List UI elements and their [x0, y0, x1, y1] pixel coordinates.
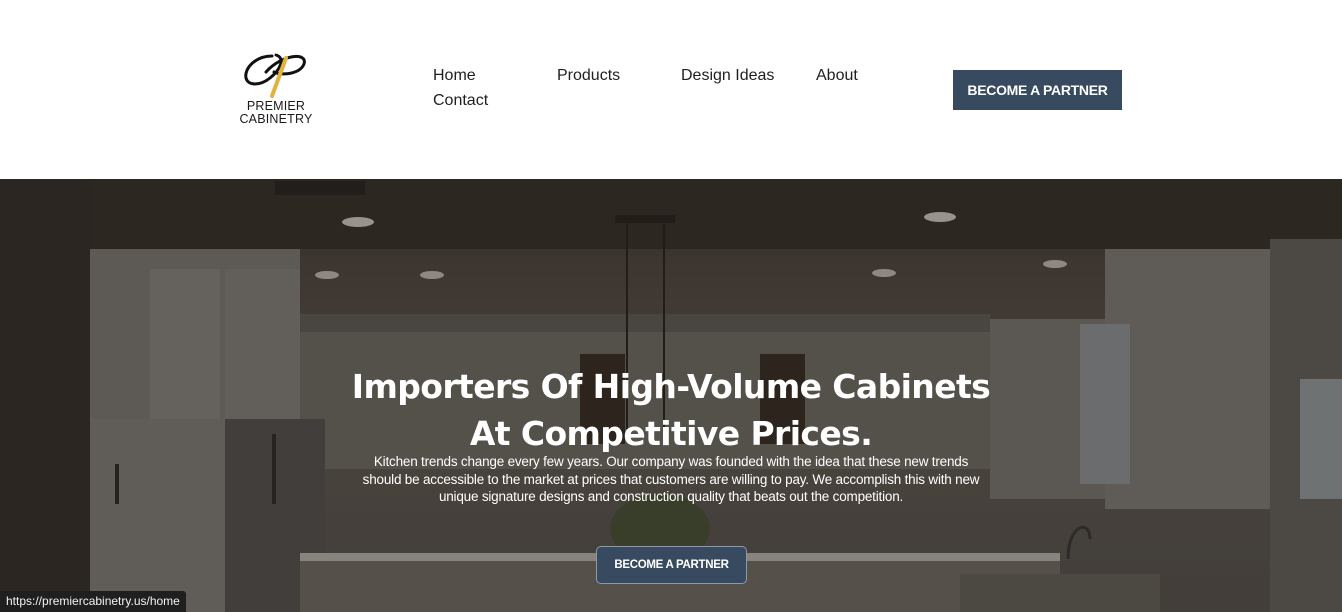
hero-become-partner-button[interactable]: BECOME A PARTNER — [596, 546, 747, 584]
logo-wordmark: PREMIER CABINETRY — [232, 100, 320, 126]
nav-home[interactable]: Home — [433, 64, 476, 88]
status-bar-url: https://premiercabinetry.us/home — [0, 591, 186, 612]
main-nav: Home Products Design Ideas About Contact — [433, 64, 903, 124]
nav-products[interactable]: Products — [557, 64, 620, 88]
become-partner-button[interactable]: BECOME A PARTNER — [953, 70, 1122, 110]
logo-monogram-icon — [244, 53, 306, 98]
nav-contact[interactable]: Contact — [433, 89, 488, 113]
site-header: PREMIER CABINETRY Home Products Design I… — [0, 0, 1342, 179]
nav-design-ideas[interactable]: Design Ideas — [681, 64, 774, 88]
hero-section: Importers Of High-Volume Cabinets At Com… — [0, 179, 1342, 612]
nav-about[interactable]: About — [816, 64, 858, 88]
logo-line-2: CABINETRY — [239, 112, 313, 126]
hero-title: Importers Of High-Volume Cabinets At Com… — [300, 363, 1042, 457]
hero-title-line-2: At Competitive Prices. — [469, 414, 873, 453]
hero-title-line-1: Importers Of High-Volume Cabinets — [351, 367, 991, 406]
premier-cabinetry-logo[interactable]: PREMIER CABINETRY — [232, 50, 320, 130]
hero-description: Kitchen trends change every few years. O… — [362, 454, 980, 504]
